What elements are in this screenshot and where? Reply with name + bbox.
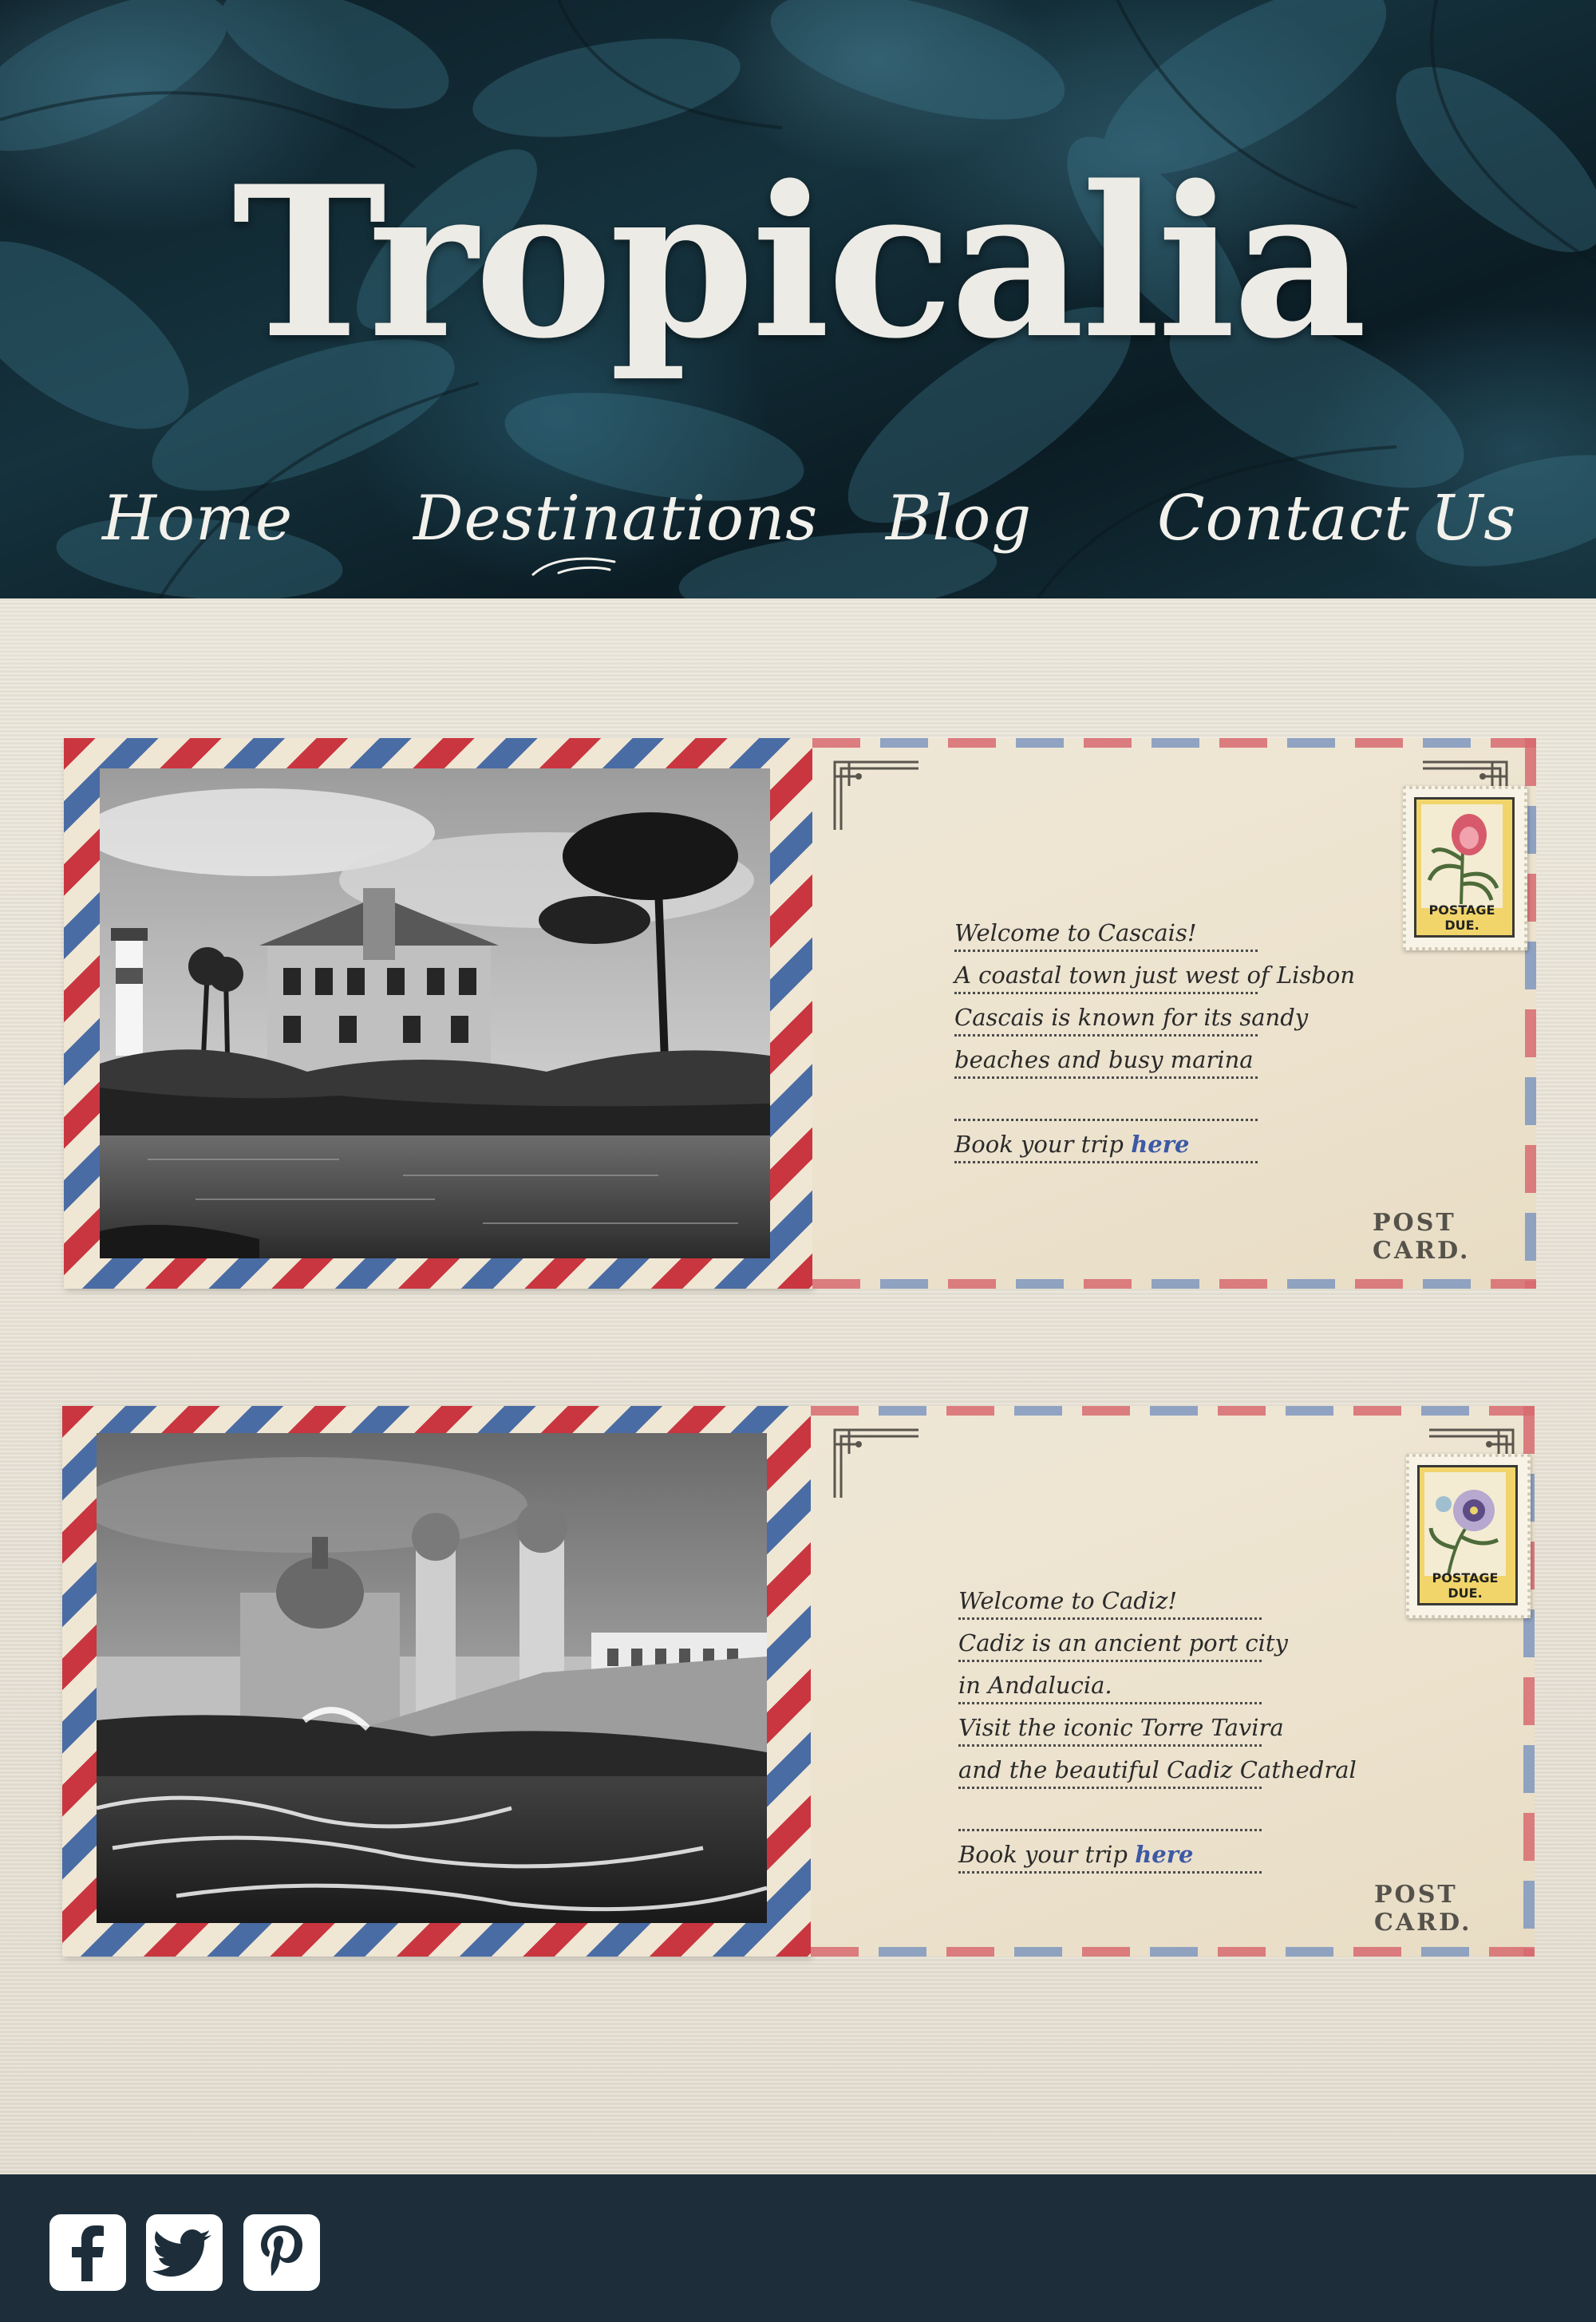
nav-destinations-link[interactable]: Destinations <box>413 479 818 559</box>
postcard-label: POST CARD. <box>1374 1881 1472 1937</box>
book-trip-line: Book your trip here <box>958 1831 1262 1874</box>
active-nav-underline-icon <box>531 557 616 576</box>
message-lines: Welcome to Cadiz! Cadiz is an ancient po… <box>958 1578 1357 1874</box>
postcard-back: POSTAGE DUE. Welcome to Cascais! A coast… <box>812 738 1536 1289</box>
corner-ornament-icon <box>833 760 918 830</box>
stamp-label: POSTAGE DUE. <box>1432 1570 1499 1601</box>
protea-flower-icon <box>1427 814 1499 905</box>
message-line <box>958 1789 1262 1831</box>
message-line: Welcome to Cadiz! <box>958 1578 1262 1620</box>
facebook-icon[interactable] <box>49 2214 126 2291</box>
book-trip-link[interactable]: here <box>1135 1841 1193 1868</box>
message-line: Cadiz is an ancient port city <box>958 1620 1288 1662</box>
nav-home-link[interactable]: Home <box>102 479 293 559</box>
postcard-back: POSTAGE DUE. Welcome to Cadiz! Cadiz is … <box>811 1406 1535 1957</box>
nav-blog-link[interactable]: Blog <box>886 479 1032 559</box>
message-line: Welcome to Cascais! <box>954 910 1258 952</box>
postcard-cascais: POSTAGE DUE. Welcome to Cascais! A coast… <box>64 738 1536 1289</box>
message-line: A coastal town just west of Lisbon <box>954 952 1355 994</box>
book-trip-link[interactable]: here <box>1131 1131 1189 1158</box>
message-line: in Andalucia. <box>958 1662 1262 1704</box>
twitter-icon[interactable] <box>146 2214 223 2291</box>
hero-header: Tropicalia Home Destinations Blog Contac… <box>0 0 1596 598</box>
message-line: Visit the iconic Torre Tavira <box>958 1704 1284 1747</box>
corner-ornament-icon <box>833 1428 918 1498</box>
book-trip-line: Book your trip here <box>954 1121 1258 1163</box>
message-lines: Welcome to Cascais! A coastal town just … <box>954 910 1355 1163</box>
book-trip-text: Book your trip <box>954 1131 1132 1158</box>
message-line: and the beautiful Cadiz Cathedral <box>958 1747 1357 1789</box>
airmail-photo-frame <box>64 738 812 1289</box>
main-nav: Home Destinations Blog Contact Us <box>0 479 1596 559</box>
postage-stamp: POSTAGE DUE. <box>1406 1454 1531 1618</box>
postcard-cadiz: POSTAGE DUE. Welcome to Cadiz! Cadiz is … <box>62 1406 1535 1957</box>
postage-stamp: POSTAGE DUE. <box>1403 786 1527 950</box>
message-line: Cascais is known for its sandy <box>954 994 1308 1037</box>
stamp-label: POSTAGE DUE. <box>1428 902 1495 933</box>
message-line <box>954 1079 1258 1121</box>
pinterest-icon[interactable] <box>243 2214 320 2291</box>
site-logo-title[interactable]: Tropicalia <box>0 160 1596 367</box>
book-trip-text: Book your trip <box>958 1841 1136 1868</box>
cadiz-photo <box>97 1433 767 1923</box>
passion-flower-icon <box>1428 1490 1499 1575</box>
airmail-photo-frame <box>62 1406 811 1957</box>
nav-contact-link[interactable]: Contact Us <box>1157 479 1516 559</box>
message-line: beaches and busy marina <box>954 1037 1258 1079</box>
cascais-photo <box>100 768 770 1258</box>
postcard-label: POST CARD. <box>1373 1209 1471 1265</box>
site-footer <box>0 2174 1596 2322</box>
